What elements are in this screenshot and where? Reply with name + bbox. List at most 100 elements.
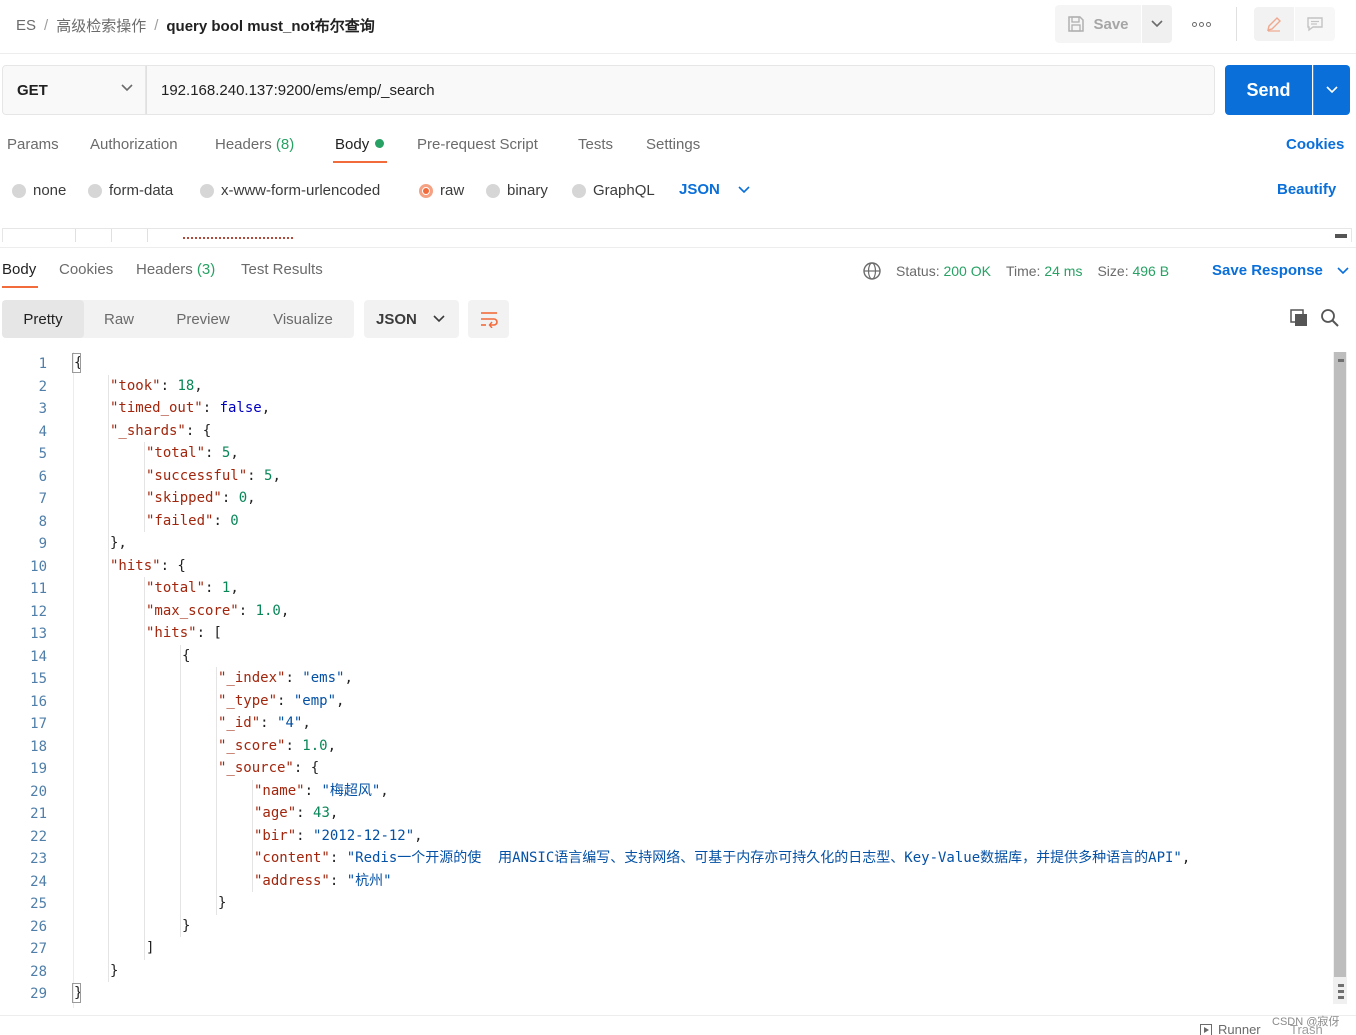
response-format-select[interactable]: JSON bbox=[364, 300, 459, 338]
time-value[interactable]: 24 ms bbox=[1044, 263, 1082, 279]
indent-guide bbox=[108, 644, 109, 667]
code-line: "_score": 1.0, bbox=[218, 737, 337, 754]
breadcrumb-folder[interactable]: 高级检索操作 bbox=[56, 15, 146, 36]
response-tab-body[interactable]: Body bbox=[2, 261, 36, 278]
time-label: Time: bbox=[1005, 263, 1041, 279]
pane-divider[interactable] bbox=[0, 247, 1356, 248]
view-raw[interactable]: Raw bbox=[84, 300, 154, 338]
beautify-link[interactable]: Beautify bbox=[1277, 181, 1336, 198]
indent-guide bbox=[144, 779, 145, 802]
method-select[interactable]: GET bbox=[2, 65, 146, 115]
line-number: 26 bbox=[30, 918, 47, 935]
tab-headers[interactable]: Headers (8) bbox=[215, 136, 294, 153]
indent-guide bbox=[180, 667, 181, 690]
save-button[interactable]: Save bbox=[1055, 5, 1141, 43]
indent-guide bbox=[144, 937, 145, 960]
radio-none[interactable]: none bbox=[12, 182, 66, 199]
line-number: 22 bbox=[30, 828, 47, 845]
url-input[interactable]: 192.168.240.137:9200/ems/emp/_search bbox=[146, 65, 1215, 115]
indent-guide bbox=[216, 869, 217, 892]
request-title[interactable]: query bool must_not布尔查询 bbox=[166, 15, 374, 36]
indent-guide bbox=[108, 892, 109, 915]
indent-guide bbox=[144, 667, 145, 690]
indent-guide bbox=[108, 554, 109, 577]
response-body-viewer[interactable]: 1 {2 "took": 18, 3 "timed_out": false, 4 "_sha… bbox=[0, 352, 1330, 1012]
send-button[interactable]: Send bbox=[1225, 65, 1312, 115]
save-response-button[interactable]: Save Response bbox=[1212, 262, 1349, 279]
view-mode-switcher: Pretty Raw Preview Visualize bbox=[2, 300, 354, 338]
indent-guide bbox=[216, 689, 217, 712]
indent-guide bbox=[108, 869, 109, 892]
response-tab-headers-label: Headers bbox=[136, 261, 193, 278]
code-line: "_type": "emp", bbox=[218, 692, 345, 709]
send-options-button[interactable] bbox=[1313, 65, 1350, 115]
indent-guide bbox=[108, 959, 109, 982]
breadcrumb-workspace[interactable]: ES bbox=[16, 17, 36, 34]
line-number: 7 bbox=[38, 491, 47, 507]
line-number: 14 bbox=[30, 648, 47, 665]
code-line: ] bbox=[146, 940, 155, 956]
radio-urlencoded[interactable]: x-www-form-urlencoded bbox=[200, 182, 380, 199]
view-visualize[interactable]: Visualize bbox=[252, 300, 354, 338]
chevron-down-icon bbox=[433, 315, 445, 323]
save-response-label: Save Response bbox=[1212, 262, 1323, 279]
more-horizontal-icon bbox=[1205, 21, 1211, 27]
response-tab-headers[interactable]: Headers (3) bbox=[136, 261, 215, 278]
indent-guide bbox=[180, 869, 181, 892]
response-format-label: JSON bbox=[376, 310, 417, 328]
tab-body[interactable]: Body bbox=[335, 136, 385, 153]
tab-body-label: Body bbox=[335, 136, 370, 153]
indent-guide bbox=[216, 892, 217, 915]
response-tab-test-results[interactable]: Test Results bbox=[241, 261, 323, 278]
status-bar bbox=[0, 1015, 1356, 1035]
comments-button[interactable] bbox=[1295, 7, 1335, 41]
indent-guide bbox=[144, 712, 145, 735]
tab-pre-request-script[interactable]: Pre-request Script bbox=[417, 136, 538, 153]
radio-binary[interactable]: binary bbox=[486, 182, 548, 199]
indent-guide bbox=[108, 397, 109, 420]
status-value[interactable]: 200 OK bbox=[943, 263, 990, 279]
indent-guide bbox=[252, 802, 253, 825]
tab-tests[interactable]: Tests bbox=[578, 136, 613, 153]
chevron-down-icon bbox=[1326, 86, 1338, 94]
breadcrumb-separator: / bbox=[44, 17, 49, 34]
response-tab-headers-count: (3) bbox=[196, 261, 216, 278]
cookies-link[interactable]: Cookies bbox=[1286, 136, 1344, 153]
matching-brace-highlight bbox=[72, 353, 81, 373]
wrap-lines-button[interactable] bbox=[468, 300, 509, 338]
response-tab-cookies[interactable]: Cookies bbox=[59, 261, 113, 278]
search-icon[interactable] bbox=[1320, 308, 1340, 328]
view-preview[interactable]: Preview bbox=[154, 300, 252, 338]
wrap-lines-icon bbox=[480, 312, 498, 328]
editor-scroll-marker[interactable] bbox=[1335, 234, 1347, 238]
code-line: } bbox=[110, 962, 119, 979]
indent-guide bbox=[180, 802, 181, 825]
line-number: 11 bbox=[30, 581, 47, 597]
radio-raw[interactable]: raw bbox=[419, 182, 464, 199]
indent-guide bbox=[108, 847, 109, 870]
line-number: 15 bbox=[30, 671, 47, 687]
request-body-editor[interactable] bbox=[2, 228, 1352, 242]
method-label: GET bbox=[17, 81, 48, 99]
indent-guide bbox=[108, 689, 109, 712]
runner-button[interactable]: Runner bbox=[1200, 1022, 1261, 1035]
size-value[interactable]: 496 B bbox=[1132, 263, 1169, 279]
more-options-button[interactable] bbox=[1186, 10, 1216, 38]
radio-graphql[interactable]: GraphQL bbox=[572, 182, 655, 199]
tab-settings[interactable]: Settings bbox=[646, 136, 700, 153]
size-label: Size: bbox=[1097, 263, 1129, 279]
radio-form-data[interactable]: form-data bbox=[88, 182, 173, 199]
radio-dot bbox=[200, 183, 214, 198]
code-line: "_id": "4", bbox=[218, 715, 311, 731]
view-pretty[interactable]: Pretty bbox=[2, 300, 84, 338]
raw-format-select[interactable]: JSON bbox=[679, 181, 750, 198]
globe-icon[interactable] bbox=[862, 261, 882, 281]
save-options-button[interactable] bbox=[1142, 5, 1172, 43]
scrollbar-thumb[interactable] bbox=[1334, 352, 1346, 977]
indent-guide bbox=[144, 464, 145, 487]
radio-dot bbox=[88, 183, 102, 198]
tab-params[interactable]: Params bbox=[7, 136, 59, 153]
tab-authorization[interactable]: Authorization bbox=[90, 136, 178, 153]
edit-button[interactable] bbox=[1254, 7, 1294, 41]
copy-icon[interactable] bbox=[1289, 308, 1309, 328]
